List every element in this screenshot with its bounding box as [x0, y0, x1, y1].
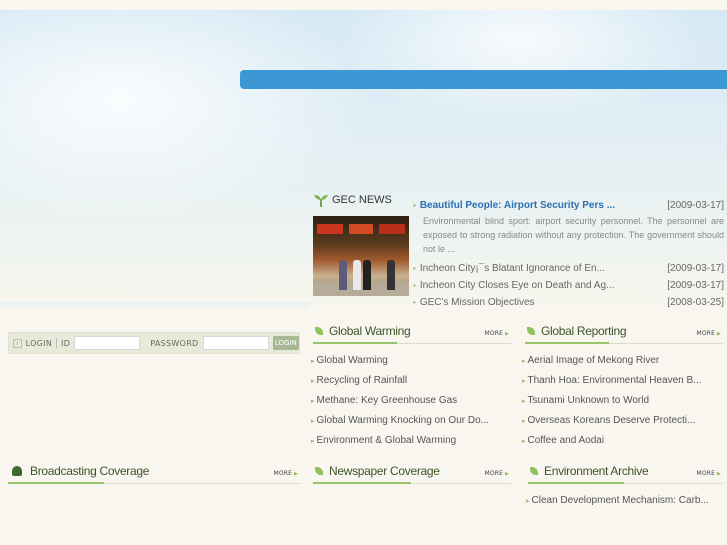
newspaper-more-link[interactable]: MORE [484, 470, 509, 477]
broadcast-icon [12, 466, 22, 476]
global-warming-title: Global Warming [329, 324, 411, 338]
global-reporting-more-link[interactable]: MORE [696, 330, 721, 337]
list-item[interactable]: Global Warming [311, 355, 507, 375]
divider [56, 338, 58, 348]
broadcasting-header: Broadcasting Coverage MORE [8, 464, 300, 484]
news-item[interactable]: Incheon City¡¯s Blatant Ignorance of En.… [413, 263, 724, 274]
global-warming-header: Global Warming MORE [313, 324, 511, 344]
news-item[interactable]: GEC's Mission Objectives [2008-03-25] [413, 297, 724, 308]
global-warming-more-link[interactable]: MORE [484, 330, 509, 337]
newspaper-header: Newspaper Coverage MORE [313, 464, 511, 484]
photo-detail [363, 260, 371, 290]
news-summary: Environmental blind sport: airport secur… [423, 216, 724, 254]
news-item[interactable]: Incheon City Closes Eye on Death and Ag.… [413, 280, 724, 291]
archive-list: Clean Development Mechanism: Carb... [526, 495, 724, 515]
broadcasting-title: Broadcasting Coverage [30, 464, 150, 478]
news-item-date: [2008-03-25] [667, 297, 724, 308]
photo-detail [339, 260, 347, 290]
chevron-right-icon: › [13, 338, 22, 348]
list-item[interactable]: Tsunami Unknown to World [522, 395, 722, 415]
login-bar: › LOGIN ID PASSWORD LOGIN [8, 332, 300, 354]
list-item[interactable]: Coffee and Aodai [522, 435, 722, 455]
news-item-date: [2009-03-17] [667, 263, 724, 274]
news-item-date: [2009-03-17] [667, 280, 724, 291]
leaf-icon [315, 327, 323, 335]
photo-detail [379, 224, 405, 234]
list-item[interactable]: Clean Development Mechanism: Carb... [526, 495, 724, 515]
hero-fade [0, 302, 310, 310]
id-input[interactable] [74, 336, 141, 350]
leaf-icon [530, 467, 538, 475]
list-item[interactable]: Thanh Hoa: Environmental Heaven B... [522, 375, 722, 395]
news-item-title[interactable]: GEC's Mission Objectives [413, 297, 535, 308]
newspaper-title: Newspaper Coverage [329, 464, 440, 478]
photo-detail [353, 260, 361, 290]
news-item[interactable]: Beautiful People: Airport Security Pers … [413, 200, 724, 211]
list-item[interactable]: Overseas Koreans Deserve Protecti... [522, 415, 722, 435]
photo-detail [349, 224, 373, 234]
main-navigation-bar[interactable] [240, 70, 727, 89]
list-item[interactable]: Aerial Image of Mekong River [522, 355, 722, 375]
list-item[interactable]: Methane: Key Greenhouse Gas [311, 395, 507, 415]
password-label: PASSWORD [150, 338, 199, 348]
leaf-icon [315, 467, 323, 475]
news-item-title[interactable]: Incheon City Closes Eye on Death and Ag.… [413, 280, 615, 291]
news-photo[interactable] [313, 216, 409, 296]
archive-header: Environment Archive MORE [528, 464, 723, 484]
top-strip [0, 0, 727, 10]
global-reporting-header: Global Reporting MORE [525, 324, 723, 344]
photo-detail [387, 260, 395, 290]
id-label: ID [61, 338, 71, 348]
photo-detail [317, 224, 343, 234]
news-title: GEC NEWS [332, 194, 392, 206]
global-warming-list: Global Warming Recycling of Rainfall Met… [311, 355, 507, 455]
leaf-icon [527, 327, 535, 335]
login-label: LOGIN [25, 338, 53, 348]
header-accent [8, 482, 104, 484]
list-item[interactable]: Global Warming Knocking on Our Do... [311, 415, 507, 435]
news-item-title[interactable]: Incheon City¡¯s Blatant Ignorance of En.… [413, 263, 605, 274]
list-item[interactable]: Recycling of Rainfall [311, 375, 507, 395]
archive-title: Environment Archive [544, 464, 649, 478]
password-input[interactable] [202, 336, 269, 350]
sprout-icon [314, 195, 328, 207]
header-accent [528, 482, 624, 484]
news-item-date: [2009-03-17] [667, 200, 724, 211]
header-accent [525, 342, 609, 344]
header-accent [313, 342, 397, 344]
login-button[interactable]: LOGIN [272, 336, 299, 350]
archive-more-link[interactable]: MORE [696, 470, 721, 477]
broadcasting-more-link[interactable]: MORE [273, 470, 298, 477]
list-item[interactable]: Environment & Global Warming [311, 435, 507, 455]
header-accent [313, 482, 411, 484]
news-item-title[interactable]: Beautiful People: Airport Security Pers … [413, 200, 615, 211]
global-reporting-list: Aerial Image of Mekong River Thanh Hoa: … [522, 355, 722, 455]
global-reporting-title: Global Reporting [541, 324, 627, 338]
